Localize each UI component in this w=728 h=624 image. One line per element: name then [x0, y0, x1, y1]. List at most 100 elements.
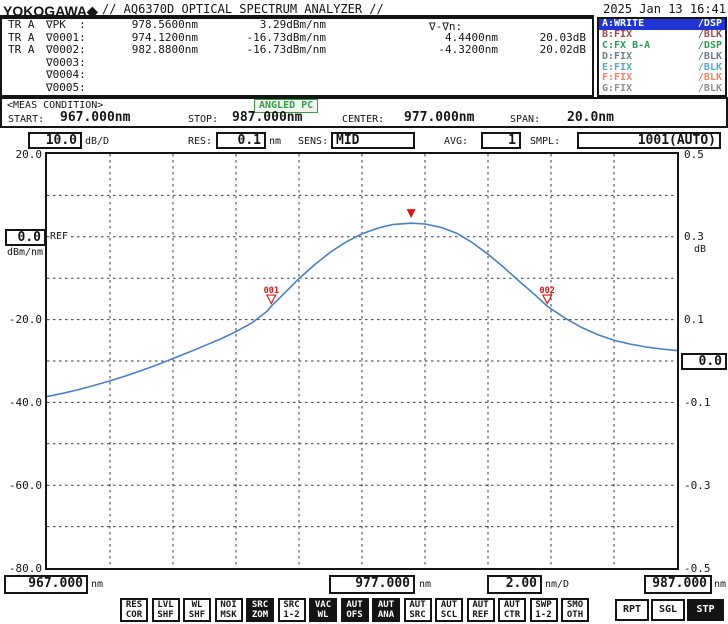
marker-delta_wl [326, 19, 498, 32]
marker-trace: TR A [8, 44, 46, 57]
left-axis-tick-label: 20.0 [0, 148, 42, 161]
meas-condition-panel: <MEAS CONDITION> ANGLED PC START: 967.00… [0, 97, 728, 128]
res-field[interactable]: 0.1 [216, 132, 266, 149]
res-label: RES: [188, 136, 212, 147]
ref-line-label: REF [50, 231, 70, 242]
marker-level [198, 82, 326, 95]
marker-delta_wl [326, 82, 498, 95]
sweep-key-sgl[interactable]: SGL [651, 599, 685, 621]
left-axis-tick-label: -80.0 [0, 562, 42, 575]
marker-trace [8, 57, 46, 70]
softkey-aut-ctr[interactable]: AUT CTR [498, 598, 526, 622]
marker-level [198, 57, 326, 70]
softkey-res-cor[interactable]: RES COR [120, 598, 148, 622]
level-scale-unit: dB/D [85, 136, 109, 147]
trace-status-panel: A:WRITE/DSPB:FIX/BLKC:FX B-A/DSPD:FIX/BL… [597, 17, 727, 97]
softkey-vac-wl[interactable]: VAC WL [309, 598, 337, 622]
trace-status-row-g[interactable]: G:FIX/BLK [599, 84, 725, 95]
scale-per-div-unit: nm/D [545, 579, 569, 590]
marker-table-row: ∇0003: [2, 57, 592, 70]
marker-delta_lvl [498, 19, 586, 32]
softkey-bar: RES CORLVL SHFWL SHFNOI MSKSRC ZOMSRC 1-… [120, 598, 589, 622]
spectrum-trace-svg: 001002 [47, 154, 677, 568]
marker-002-label: 002 [540, 286, 555, 296]
marker-delta_wl: -4.3200nm [326, 44, 498, 57]
softkey-swp-1-2[interactable]: SWP 1-2 [530, 598, 558, 622]
marker-id: ∇0004: [46, 69, 108, 82]
smpl-field[interactable]: 1001(AUTO) [577, 132, 721, 149]
softkey-aut-scl[interactable]: AUT SCL [435, 598, 463, 622]
ref-level-field[interactable]: 0.0 [5, 229, 46, 246]
center-value[interactable]: 977.000nm [404, 110, 474, 125]
center-wl-field[interactable]: 977.000 [329, 575, 415, 594]
marker-delta_wl [326, 57, 498, 70]
marker-id: ∇0005: [46, 82, 108, 95]
softkey-src-1-2[interactable]: SRC 1-2 [278, 598, 306, 622]
trace-status-row-d[interactable]: D:FIX/BLK [599, 52, 725, 63]
marker-delta_lvl [498, 82, 586, 95]
marker-wavelength [108, 82, 198, 95]
marker-id: ∇PK : [46, 19, 108, 32]
start-wl-unit: nm [91, 579, 103, 590]
spectrum-plot: 001002 [45, 152, 679, 570]
marker-table-row: TR A∇PK :978.5600nm3.29dBm/nm [2, 19, 592, 32]
marker-delta_lvl: 20.02dB [498, 44, 586, 57]
left-axis-tick-label: -40.0 [0, 396, 42, 409]
trace-mode: /BLK [698, 52, 722, 63]
trace-mode: /DSP [698, 41, 722, 52]
marker-level [198, 69, 326, 82]
marker-wavelength: 982.8800nm [108, 44, 198, 57]
softkey-smo-oth[interactable]: SMO OTH [561, 598, 589, 622]
peak-marker-icon[interactable] [407, 209, 416, 218]
softkey-aut-ref[interactable]: AUT REF [467, 598, 495, 622]
sweep-key-stp[interactable]: STP [687, 599, 724, 621]
sens-field[interactable]: MID [331, 132, 415, 149]
softkey-aut-ana[interactable]: AUT ANA [372, 598, 400, 622]
trace-status-row-c[interactable]: C:FX B-A/DSP [599, 41, 725, 52]
softkey-noi-msk[interactable]: NOI MSK [215, 598, 243, 622]
center-wl-unit: nm [419, 579, 431, 590]
trace-mode: /BLK [698, 84, 722, 95]
page-title: // AQ6370D OPTICAL SPECTRUM ANALYZER // [102, 2, 384, 16]
start-value[interactable]: 967.000nm [60, 110, 130, 125]
right-axis-unit: dB [694, 244, 706, 255]
softkey-wl-shf[interactable]: WL SHF [183, 598, 211, 622]
marker-delta_lvl [498, 57, 586, 70]
left-axis-tick-label: -60.0 [0, 479, 42, 492]
marker-delta_wl [326, 69, 498, 82]
marker-table-row: TR A∇0002:982.8800nm-16.73dBm/nm-4.3200n… [2, 44, 592, 57]
softkey-aut-src[interactable]: AUT SRC [404, 598, 432, 622]
smpl-label: SMPL: [530, 136, 560, 147]
marker-trace [8, 82, 46, 95]
sens-label: SENS: [298, 136, 328, 147]
res-unit: nm [269, 136, 281, 147]
marker-level: -16.73dBm/nm [198, 44, 326, 57]
marker-wavelength [108, 69, 198, 82]
marker-readout-table: ∇-∇n: TR A∇PK :978.5600nm3.29dBm/nmTR A∇… [0, 17, 594, 97]
trace-label: G:FIX [602, 84, 632, 95]
stop-wl-field[interactable]: 987.000 [644, 575, 712, 594]
span-value[interactable]: 20.0nm [567, 110, 614, 125]
avg-field[interactable]: 1 [481, 132, 521, 149]
marker-trace: TR A [8, 19, 46, 32]
scale-per-div-field[interactable]: 2.00 [487, 575, 542, 594]
marker-delta_lvl [498, 69, 586, 82]
stop-label: STOP: [188, 114, 218, 125]
right-ref-field: 0.0 [681, 353, 727, 370]
level-scale-field[interactable]: 10.0 [28, 132, 82, 149]
avg-label: AVG: [444, 136, 468, 147]
trace-label: C:FX B-A [602, 41, 650, 52]
start-wl-field[interactable]: 967.000 [4, 575, 88, 594]
stop-value[interactable]: 987.000nm [232, 110, 302, 125]
marker-wavelength [108, 57, 198, 70]
span-label: SPAN: [510, 114, 540, 125]
softkey-aut-ofs[interactable]: AUT OFS [341, 598, 369, 622]
left-axis-unit: dBm/nm [2, 247, 48, 258]
sweep-key-rpt[interactable]: RPT [615, 599, 649, 621]
marker-level: 3.29dBm/nm [198, 19, 326, 32]
stop-wl-unit: nm [714, 579, 726, 590]
right-axis-tick-label: -0.5 [684, 562, 711, 575]
right-axis-tick-label: -0.3 [684, 479, 711, 492]
softkey-lvl-shf[interactable]: LVL SHF [152, 598, 180, 622]
softkey-src-zom[interactable]: SRC ZOM [246, 598, 274, 622]
